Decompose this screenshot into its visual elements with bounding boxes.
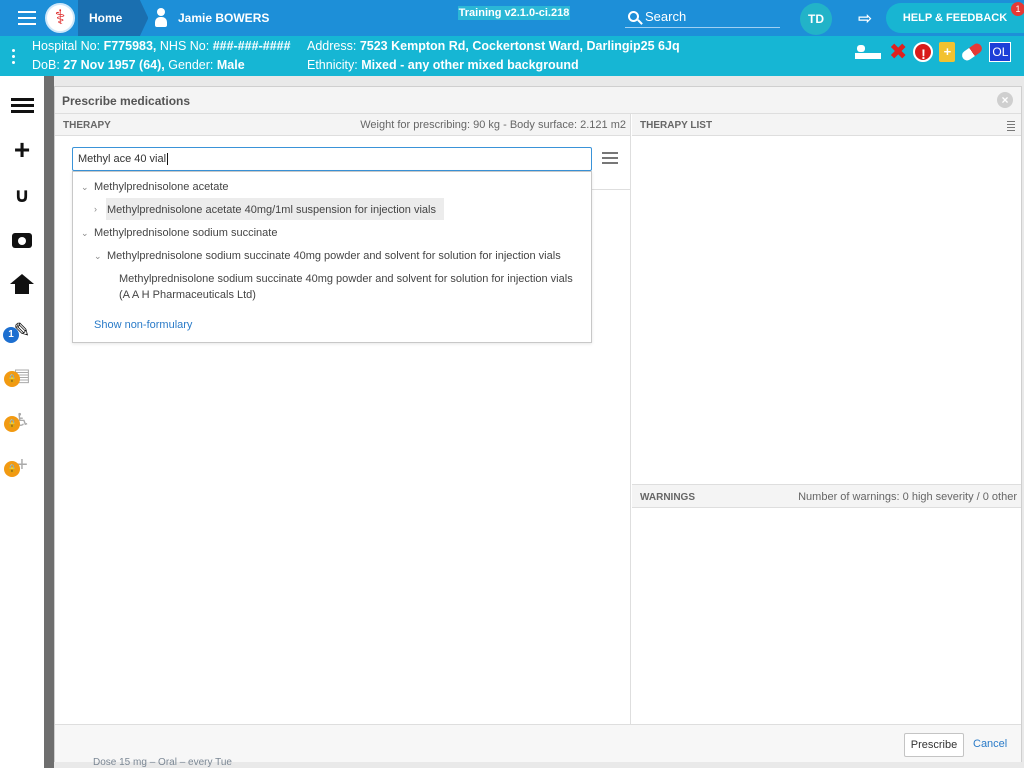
kebab-menu-icon[interactable]: [12, 49, 16, 67]
hospital-no-label: Hospital No:: [32, 39, 101, 53]
prescribe-button[interactable]: Prescribe: [904, 733, 964, 757]
patient-alert-icons: ✖ ! + OL: [855, 41, 1012, 63]
list-item[interactable]: Methylprednisolone sodium succinate: [94, 227, 277, 239]
medication-search-value: Methyl ace 40 vial: [78, 153, 167, 165]
sidebar-lock-icon: 🔒: [4, 416, 20, 432]
list-item[interactable]: Methylprednisolone sodium succinate 40mg…: [107, 250, 561, 262]
ethnicity-value: Mixed - any other mixed background: [361, 58, 579, 72]
address-value: 7523 Kempton Rd, Cockertonst Ward, Darli…: [359, 39, 680, 53]
training-version-badge: Training v2.1.0-ci.218: [458, 6, 570, 20]
show-non-formulary-link[interactable]: Show non-formulary: [94, 319, 192, 331]
hospital-no-value: F775983,: [103, 39, 157, 53]
search-icon: [628, 11, 639, 22]
list-item[interactable]: Methylprednisolone acetate 40mg/1ml susp…: [107, 204, 436, 216]
dob-label: DoB:: [32, 58, 60, 72]
patient-address: Address: 7523 Kempton Rd, Cockertonst Wa…: [307, 39, 680, 53]
global-search[interactable]: Search: [625, 6, 780, 28]
nhs-no-value: ###-###-####: [212, 39, 291, 53]
clipboard-icon[interactable]: +: [939, 42, 956, 62]
weight-info: Weight for prescribing: 90 kg - Body sur…: [360, 119, 626, 131]
sidebar-list-icon[interactable]: [0, 83, 44, 127]
list-item-supplier[interactable]: (A A H Pharmaceuticals Ltd): [119, 289, 256, 301]
dialog-title: Prescribe medications: [62, 94, 191, 108]
pill-icon[interactable]: [960, 41, 985, 63]
ethnicity-label: Ethnicity:: [307, 58, 358, 72]
cancel-button[interactable]: Cancel: [973, 738, 1007, 750]
nhs-no-label: NHS No:: [159, 39, 210, 53]
patient-person-icon: [152, 8, 170, 28]
patient-ethnicity: Ethnicity: Mixed - any other mixed backg…: [307, 58, 579, 72]
patient-dob-gender: DoB: 27 Nov 1957 (64), Gender: Male: [32, 58, 245, 72]
patient-ids: Hospital No: F775983, NHS No: ###-###-##…: [32, 39, 291, 53]
list-item[interactable]: Methylprednisolone sodium succinate 40mg…: [119, 273, 573, 285]
medication-search-input[interactable]: Methyl ace 40 vial: [72, 147, 592, 171]
therapy-list-menu-icon[interactable]: [1007, 121, 1015, 133]
therapy-list-panel: THERAPY LIST: [632, 114, 1021, 484]
therapy-list-header: THERAPY LIST: [632, 114, 1021, 136]
sidebar-stethoscope-icon[interactable]: ∪: [0, 173, 44, 217]
list-item[interactable]: Methylprednisolone acetate: [94, 181, 229, 193]
therapy-header-label: THERAPY: [63, 120, 111, 131]
sidebar-lock-icon: 🔒: [4, 371, 20, 387]
gender-label: Gender:: [168, 58, 214, 72]
warnings-header-label: WARNINGS: [640, 492, 695, 503]
dob-value: 27 Nov 1957 (64),: [63, 58, 165, 72]
left-sidebar: + ∪ ✎ 1 ▤ 🔒 ♿ 🔒 + 🔒: [0, 76, 44, 768]
list-menu-icon[interactable]: [602, 152, 618, 167]
sidebar-home-icon[interactable]: [0, 263, 44, 307]
background-dose-text: Dose 15 mg – Oral – every Tue: [93, 757, 232, 768]
chevron-down-icon[interactable]: ⌄: [94, 251, 102, 262]
patient-name[interactable]: Jamie BOWERS: [178, 11, 269, 25]
sidebar-lock-icon: 🔒: [4, 461, 20, 477]
resus-x-icon[interactable]: ✖: [889, 41, 907, 63]
therapy-list-header-label: THERAPY LIST: [640, 120, 713, 131]
home-breadcrumb[interactable]: Home: [78, 0, 149, 36]
logout-icon[interactable]: ⇨: [858, 9, 872, 29]
alert-icon[interactable]: !: [913, 42, 934, 62]
chevron-down-icon[interactable]: ⌄: [81, 228, 89, 239]
close-icon[interactable]: ×: [997, 92, 1013, 108]
warnings-header: WARNINGS Number of warnings: 0 high seve…: [632, 484, 1021, 508]
ol-badge[interactable]: OL: [989, 42, 1012, 62]
gender-value: Male: [216, 58, 245, 72]
prescribe-medications-dialog: Prescribe medications × THERAPY Weight f…: [54, 86, 1022, 762]
warnings-panel: WARNINGS Number of warnings: 0 high seve…: [632, 484, 1021, 724]
warnings-count: Number of warnings: 0 high severity / 0 …: [798, 491, 1017, 503]
sidebar-add-icon[interactable]: +: [0, 128, 44, 172]
hamburger-menu-icon[interactable]: [18, 11, 36, 25]
divider: [591, 189, 631, 190]
patient-banner: Hospital No: F775983, NHS No: ###-###-##…: [0, 36, 1024, 76]
sidebar-tasks-badge: 1: [3, 327, 19, 343]
therapy-header: THERAPY Weight for prescribing: 90 kg - …: [55, 114, 630, 136]
chevron-right-icon[interactable]: ›: [94, 204, 97, 214]
therapy-panel: THERAPY Weight for prescribing: 90 kg - …: [55, 114, 631, 724]
sidebar-camera-icon[interactable]: [0, 218, 44, 262]
bed-icon[interactable]: [855, 43, 883, 61]
top-bar: ⚕ Home Jamie BOWERS Training v2.1.0-ci.2…: [0, 0, 1024, 36]
chevron-down-icon[interactable]: ⌄: [81, 182, 89, 193]
help-feedback-button[interactable]: HELP & FEEDBACK: [886, 3, 1024, 33]
user-avatar[interactable]: TD: [800, 3, 832, 35]
dialog-header: Prescribe medications ×: [55, 87, 1021, 114]
medication-results-dropdown: ⌄ Methylprednisolone acetate › Methylpre…: [72, 171, 592, 343]
search-label: Search: [645, 9, 687, 24]
address-label: Address:: [307, 39, 357, 53]
app-logo-icon[interactable]: ⚕: [45, 3, 75, 33]
help-notification-badge: 1: [1011, 2, 1024, 16]
background-overlay: [44, 76, 54, 768]
